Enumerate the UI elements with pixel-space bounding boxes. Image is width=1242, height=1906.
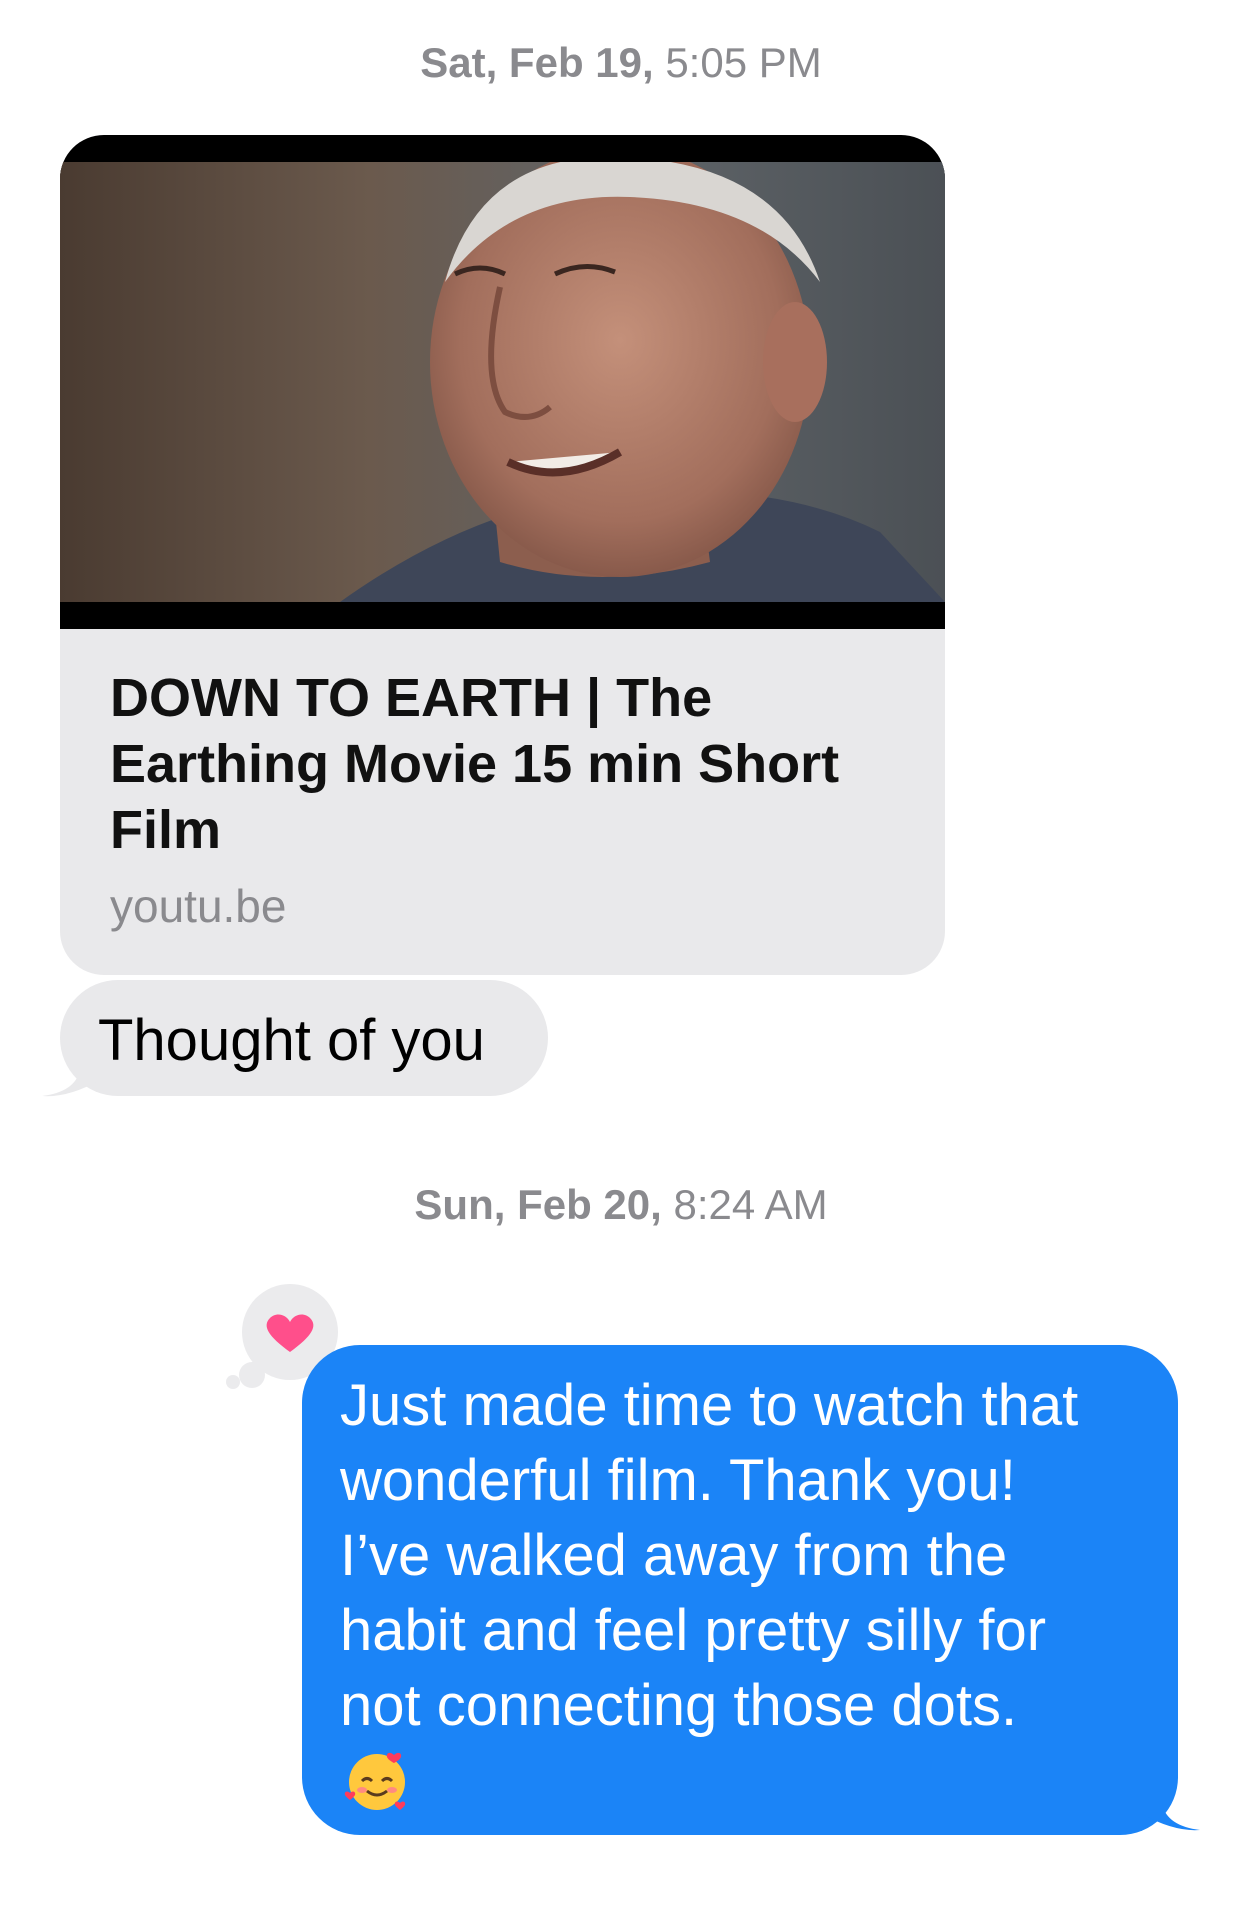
received-bubble-tail: [42, 1040, 100, 1097]
sent-message-line: I’ve walked away from the: [340, 1523, 1008, 1588]
sent-message-line: habit and feel pretty silly for: [340, 1598, 1047, 1663]
sent-message-line: Just made time to watch that: [340, 1373, 1079, 1438]
received-message-text: Thought of you: [98, 1008, 485, 1073]
sent-bubble-tail: [1142, 1774, 1200, 1831]
timestamp-day: Sat, Feb 19,: [420, 39, 654, 86]
smiling-face-with-hearts-icon: [344, 1752, 406, 1810]
timestamp-time: 5:05 PM: [665, 39, 822, 86]
sent-message-line: wonderful film. Thank you!: [340, 1448, 1016, 1513]
sent-message-line: not connecting those dots.: [340, 1673, 1018, 1738]
link-title: DOWN TO EARTH | The Earthing Movie 15 mi…: [110, 668, 840, 860]
sent-message-bubble[interactable]: Just made time to watch that wonderful f…: [302, 1345, 1178, 1835]
video-thumbnail[interactable]: [60, 135, 945, 629]
link-domain: youtu.be: [110, 880, 287, 932]
timestamp-sat: Sat, Feb 19, 5:05 PM: [0, 38, 1242, 88]
link-preview-card[interactable]: DOWN TO EARTH | The Earthing Movie 15 mi…: [60, 135, 945, 975]
thumbnail-image: [60, 162, 945, 602]
timestamp-day: Sun, Feb 20,: [414, 1181, 662, 1228]
received-message-bubble[interactable]: Thought of you: [60, 980, 548, 1096]
timestamp-sun: Sun, Feb 20, 8:24 AM: [0, 1180, 1242, 1230]
reaction-dot: [226, 1375, 240, 1389]
timestamp-time: 8:24 AM: [673, 1181, 828, 1228]
